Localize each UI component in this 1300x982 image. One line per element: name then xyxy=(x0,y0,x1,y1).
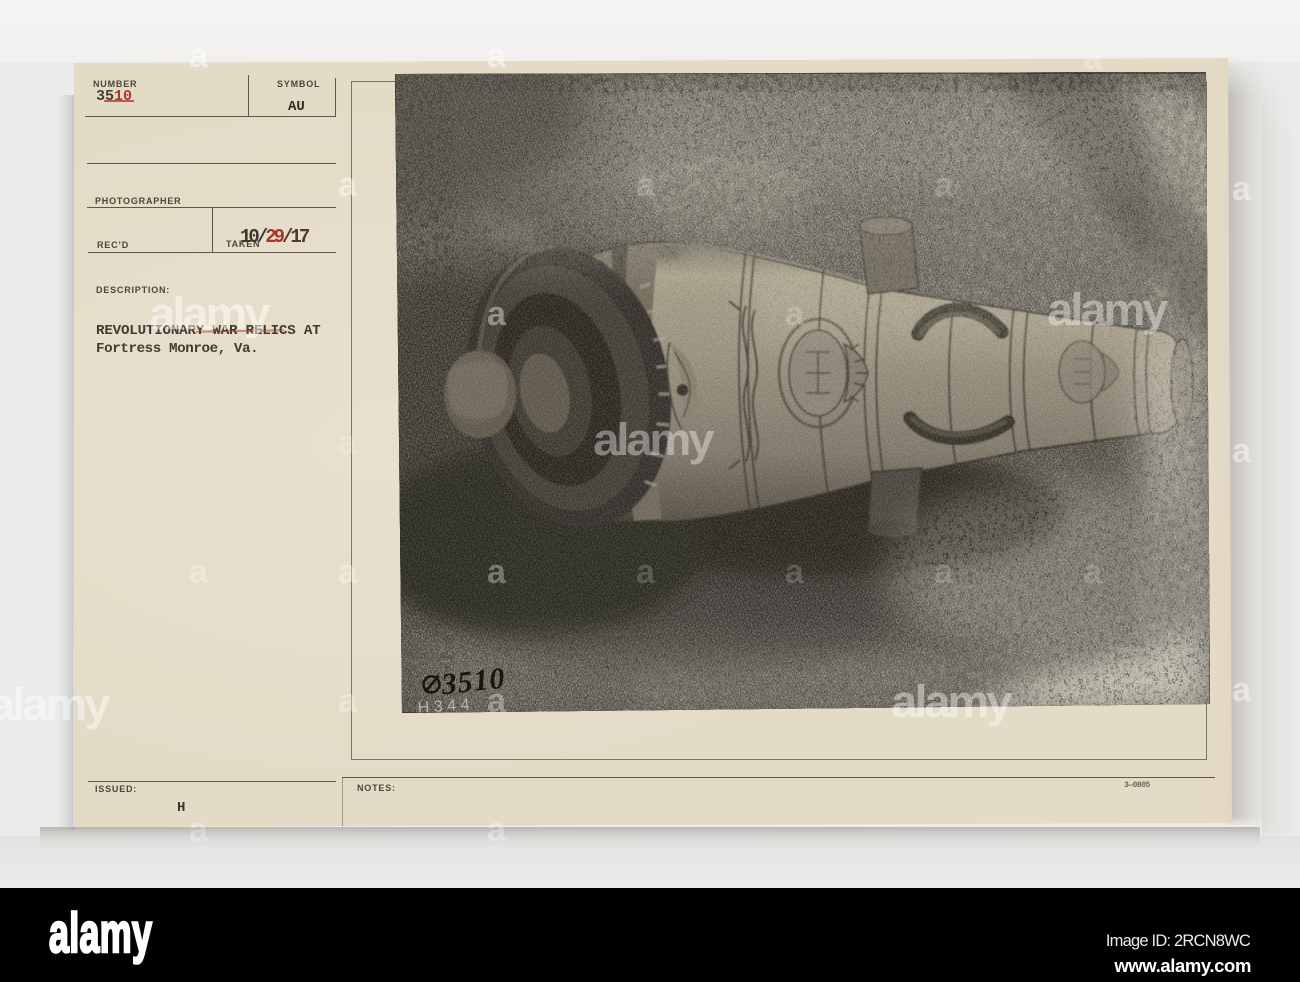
svg-text:H344: H344 xyxy=(417,696,474,714)
